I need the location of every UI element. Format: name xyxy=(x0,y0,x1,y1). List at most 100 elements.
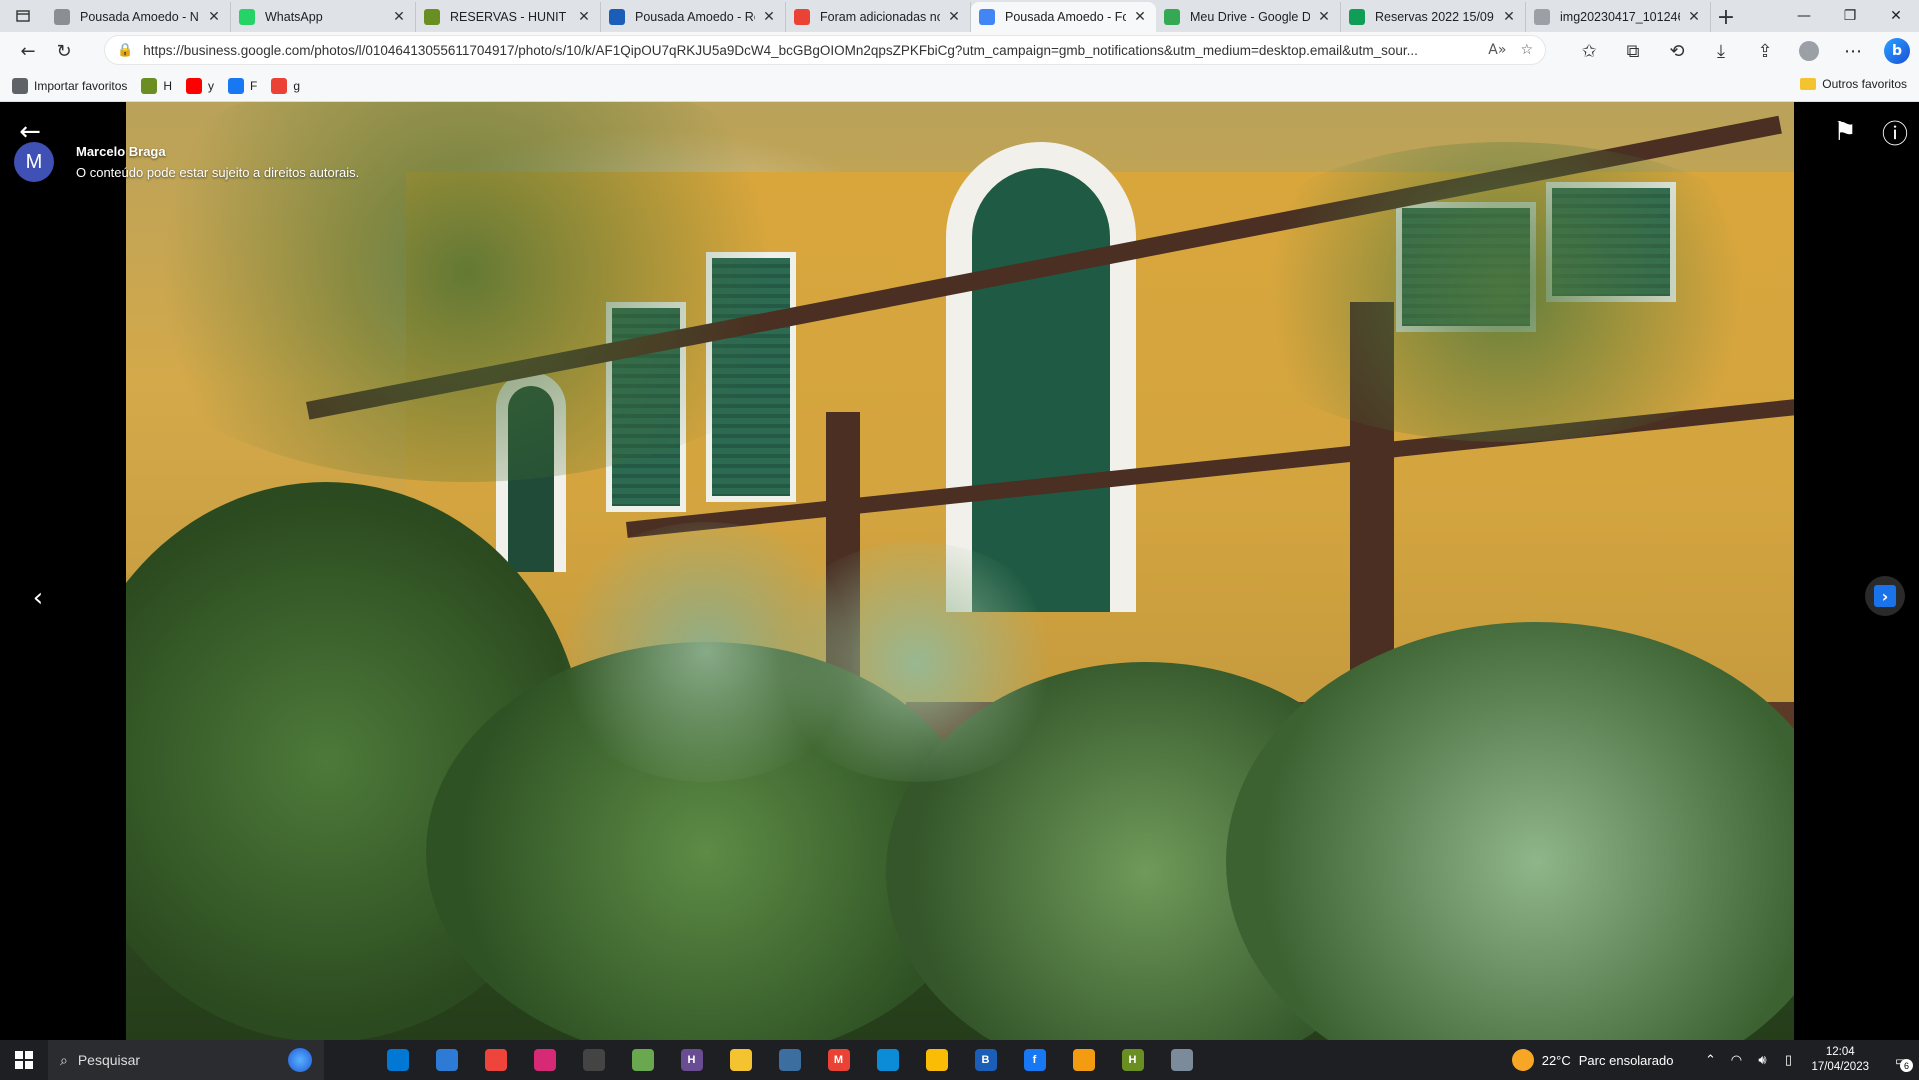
hunit-app-icon: H xyxy=(680,1049,703,1071)
address-bar[interactable]: 🔒 https://business.google.com/photos/l/0… xyxy=(104,35,1546,65)
browser-tab[interactable]: Reservas 2022 15/09 e ✕ xyxy=(1341,2,1526,32)
venue-photo[interactable] xyxy=(126,102,1794,1040)
drive-icon xyxy=(1164,9,1180,25)
taskbar-app-button[interactable] xyxy=(471,1040,520,1080)
back-button[interactable]: ← xyxy=(10,35,46,67)
whatsapp-icon xyxy=(239,9,255,25)
taskbar-app-button[interactable] xyxy=(912,1040,961,1080)
browser-tab[interactable]: Pousada Amoedo - N ✕ xyxy=(46,2,231,32)
author-name[interactable]: Marcelo Braga xyxy=(76,144,359,159)
close-tab-icon[interactable]: ✕ xyxy=(1132,9,1148,25)
weather-desc: Parc ensolarado xyxy=(1578,1052,1674,1068)
document-icon xyxy=(1170,1049,1193,1071)
bookmarks-bar: Importar favoritos Hy Fg Outros favoritos xyxy=(0,70,1919,102)
gmail-icon: M xyxy=(827,1049,850,1071)
doc-icon xyxy=(54,9,70,25)
favorites-icon[interactable]: ✩ xyxy=(1567,35,1611,67)
previous-photo-button[interactable]: ‹ xyxy=(16,576,60,620)
volume-icon[interactable]: 🔊︎ xyxy=(1751,1052,1773,1068)
taskbar-app-button[interactable]: M xyxy=(814,1040,863,1080)
taskbar-app-button[interactable]: H xyxy=(1108,1040,1157,1080)
taskbar-app-button[interactable] xyxy=(1157,1040,1206,1080)
taskbar-app-button[interactable] xyxy=(863,1040,912,1080)
close-tab-icon[interactable]: ✕ xyxy=(206,9,222,25)
more-menu-icon[interactable]: ⋯ xyxy=(1831,35,1875,67)
booking-icon: B xyxy=(974,1049,997,1071)
collections-icon[interactable]: ⧉ xyxy=(1611,35,1655,67)
taskbar-app-button[interactable] xyxy=(1059,1040,1108,1080)
taskbar-app-button[interactable] xyxy=(716,1040,765,1080)
new-tab-button[interactable]: + xyxy=(1711,2,1741,32)
close-tab-icon[interactable]: ✕ xyxy=(1686,9,1702,25)
info-icon[interactable]: ⓘ xyxy=(1873,110,1917,154)
avatar[interactable]: M xyxy=(14,142,54,182)
bookmark-item[interactable]: F xyxy=(228,77,258,94)
browser-toolbar: ← ↻ 🔒 https://business.google.com/photos… xyxy=(0,32,1919,70)
bookmark-item[interactable]: H xyxy=(141,77,172,94)
browser-tab[interactable]: RESERVAS - HUNIT Ch ✕ xyxy=(416,2,601,32)
bookmark-label: F xyxy=(250,78,258,93)
start-button[interactable] xyxy=(0,1040,48,1080)
taskbar-app-button[interactable] xyxy=(618,1040,667,1080)
tab-title: Pousada Amoedo - Re xyxy=(635,10,755,24)
taskbar-app-button[interactable]: B xyxy=(961,1040,1010,1080)
bing-chat-icon[interactable]: b xyxy=(1875,35,1919,67)
close-tab-icon[interactable]: ✕ xyxy=(576,9,592,25)
chrome-icon xyxy=(925,1049,948,1071)
tab-actions-menu-button[interactable] xyxy=(0,0,46,32)
bing-icon[interactable] xyxy=(288,1048,312,1072)
tab-title: Foram adicionadas no xyxy=(820,10,940,24)
history-icon[interactable]: ⟲ xyxy=(1655,35,1699,67)
windows-logo-icon xyxy=(15,1051,33,1069)
close-tab-icon[interactable]: ✕ xyxy=(1501,9,1517,25)
taskbar-search[interactable]: ⌕ Pesquisar xyxy=(48,1040,324,1080)
bookmark-item[interactable]: Importar favoritos xyxy=(12,77,127,94)
calculator-icon xyxy=(778,1049,801,1071)
taskbar-app-button[interactable] xyxy=(324,1040,373,1080)
close-tab-icon[interactable]: ✕ xyxy=(761,9,777,25)
taskbar-app-button[interactable] xyxy=(765,1040,814,1080)
browser-tab[interactable]: Foram adicionadas no ✕ xyxy=(786,2,971,32)
taskbar-app-button[interactable] xyxy=(422,1040,471,1080)
close-tab-icon[interactable]: ✕ xyxy=(1316,9,1332,25)
minimize-button[interactable]: — xyxy=(1781,0,1827,32)
notifications-button[interactable]: ▭ 6 xyxy=(1883,1040,1919,1080)
bookmark-item[interactable]: g xyxy=(271,77,300,94)
taskbar-app-button[interactable] xyxy=(520,1040,569,1080)
browser-tab[interactable]: Pousada Amoedo - Fo ✕ xyxy=(971,2,1156,32)
taskbar-app-button[interactable]: H xyxy=(667,1040,716,1080)
next-photo-button[interactable]: › xyxy=(1865,576,1905,616)
url-text[interactable]: https://business.google.com/photos/l/010… xyxy=(143,43,1488,58)
chevron-right-icon: › xyxy=(1874,585,1896,607)
report-flag-icon[interactable]: ⚑ xyxy=(1823,110,1867,154)
profile-icon[interactable] xyxy=(1787,35,1831,67)
clock[interactable]: 12:04 17/04/2023 xyxy=(1811,1045,1869,1075)
reload-button[interactable]: ↻ xyxy=(46,35,82,67)
restore-button[interactable]: ❐ xyxy=(1827,0,1873,32)
chevron-up-icon[interactable]: ⌃ xyxy=(1699,1052,1721,1068)
read-aloud-icon[interactable]: A» xyxy=(1488,42,1506,58)
taskbar-app-button[interactable] xyxy=(373,1040,422,1080)
booking-icon xyxy=(609,9,625,25)
taskbar-app-button[interactable]: f xyxy=(1010,1040,1059,1080)
browser-tab[interactable]: img20230417_101246 ✕ xyxy=(1526,2,1711,32)
weather-widget[interactable]: 22°C Parc ensolarado xyxy=(1511,1049,1674,1071)
battery-icon[interactable]: ▯ xyxy=(1777,1052,1799,1068)
copyright-note: O conteúdo pode estar sujeito a direitos… xyxy=(76,165,360,180)
close-tab-icon[interactable]: ✕ xyxy=(391,9,407,25)
close-window-button[interactable]: ✕ xyxy=(1873,0,1919,32)
share-icon[interactable]: ⇪ xyxy=(1743,35,1787,67)
lock-icon[interactable]: 🔒 xyxy=(117,43,133,58)
other-favorites-folder[interactable]: Outros favoritos xyxy=(1800,77,1907,91)
browser-tab[interactable]: Pousada Amoedo - Re ✕ xyxy=(601,2,786,32)
notification-badge: 6 xyxy=(1900,1059,1913,1072)
search-placeholder: Pesquisar xyxy=(77,1052,141,1068)
add-favorite-icon[interactable]: ☆ xyxy=(1520,42,1533,58)
wifi-icon[interactable]: ◠ xyxy=(1725,1052,1747,1068)
bookmark-item[interactable]: y xyxy=(186,77,214,94)
taskbar-app-button[interactable] xyxy=(569,1040,618,1080)
downloads-icon[interactable]: ⤓ xyxy=(1699,35,1743,67)
browser-tab[interactable]: Meu Drive - Google D ✕ xyxy=(1156,2,1341,32)
browser-tab[interactable]: WhatsApp ✕ xyxy=(231,2,416,32)
close-tab-icon[interactable]: ✕ xyxy=(946,9,962,25)
